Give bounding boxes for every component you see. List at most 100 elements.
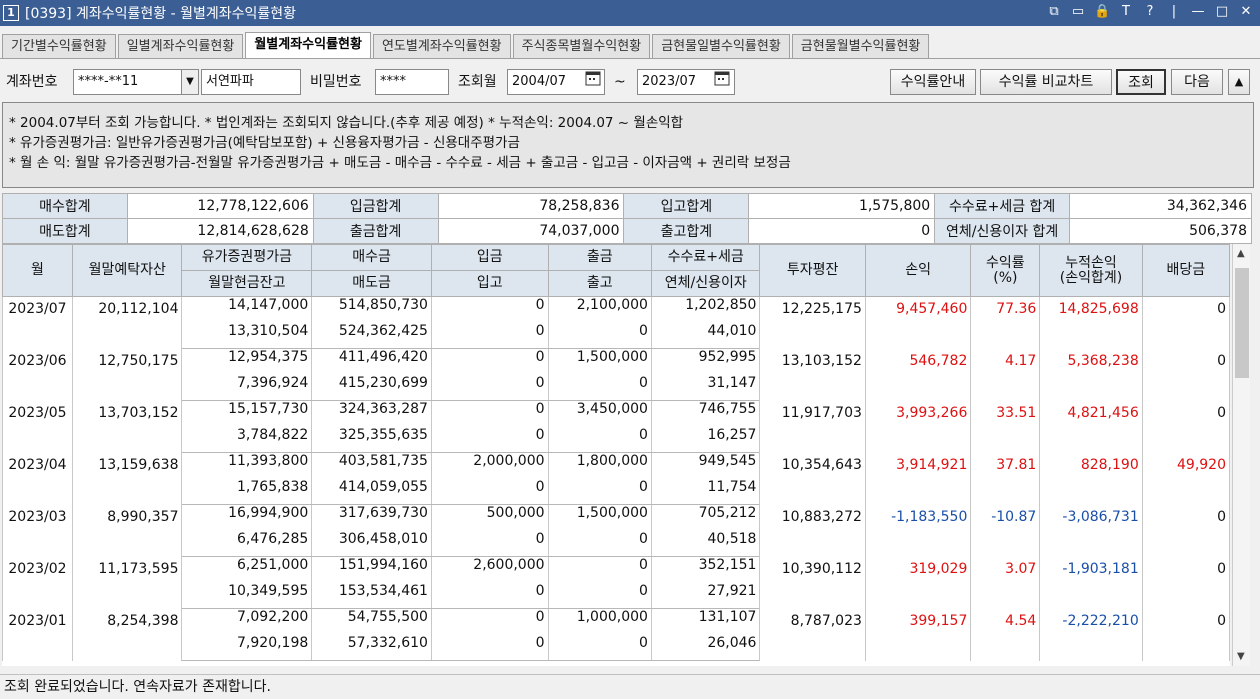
cell-fee: 131,107 (650, 608, 761, 635)
col-header-avg-investment[interactable]: 투자평잔 (759, 244, 866, 297)
window-number[interactable]: 1 (3, 5, 19, 21)
cell-return-rate: -10.87 (970, 504, 1041, 557)
password-field[interactable]: **** (375, 69, 449, 95)
tab-4[interactable]: 주식종목별월수익현황 (512, 34, 651, 58)
summary-label: 매도합계 (2, 218, 128, 244)
summary-row: 매도합계 12,814,628,628 출금합계 74,037,000 출고합계… (2, 218, 1252, 244)
table-row[interactable]: 2023/06 12,750,175 12,954,375 411,496,420 0 1… (2, 348, 1230, 401)
table-row[interactable]: 2023/07 20,112,104 14,147,000 514,850,730 0 2… (2, 296, 1230, 349)
cell-avg-investment: 11,917,703 (759, 400, 866, 453)
col-header-fee-tax[interactable]: 수수료+세금 (650, 244, 761, 271)
cell-avg-investment: 13,103,152 (759, 348, 866, 401)
cell-cash: 3,784,822 (181, 426, 313, 453)
col-header-buy[interactable]: 매수금 (311, 244, 432, 271)
notes-panel: * 2004.07부터 조회 가능합니다. * 법인계좌는 조회되지 않습니다.… (2, 102, 1254, 188)
cell-deposit-assets: 20,112,104 (71, 296, 183, 349)
col-header-sell[interactable]: 매도금 (311, 270, 432, 297)
return-rate-unit: (%) (993, 269, 1018, 286)
window-control-icon[interactable]: 🔒 (1094, 4, 1110, 19)
cell-sec: 11,393,800 (181, 452, 313, 479)
col-header-stock-out[interactable]: 출고 (547, 270, 652, 297)
cell-wd: 1,500,000 (547, 504, 652, 531)
cell-sin: 0 (430, 374, 549, 401)
calendar-icon[interactable] (582, 70, 604, 94)
tab-0[interactable]: 기간별수익률현황 (2, 34, 116, 58)
calendar-icon[interactable] (711, 70, 733, 94)
cell-sell: 57,332,610 (311, 634, 432, 661)
cell-dep: 2,000,000 (430, 452, 549, 479)
cell-buy: 54,755,500 (311, 608, 432, 635)
col-header-dividend[interactable]: 배당금 (1141, 244, 1230, 297)
cell-avg-investment: 8,787,023 (759, 608, 866, 661)
window-control-icon[interactable]: ✕ (1238, 4, 1254, 19)
search-button[interactable]: 조회 (1116, 69, 1166, 95)
cell-fee: 949,545 (650, 452, 761, 479)
col-header-cumulative[interactable]: 누적손익 (손익합계) (1039, 244, 1143, 297)
scrollbar-thumb[interactable] (1235, 268, 1249, 378)
month-label: 조회월 (458, 74, 497, 90)
return-compare-chart-button[interactable]: 수익률 비교차트 (980, 69, 1112, 95)
password-label: 비밀번호 (310, 74, 362, 90)
tab-5[interactable]: 금현물일별수익률현황 (652, 34, 790, 58)
return-guide-button[interactable]: 수익률안내 (890, 69, 976, 95)
col-header-stock-in[interactable]: 입고 (430, 270, 549, 297)
cell-deposit-assets: 8,254,398 (71, 608, 183, 661)
window-controls: ⧉ ▭ 🔒 T? | — □ ✕ (1046, 4, 1254, 19)
col-header-month[interactable]: 월 (2, 244, 73, 297)
window-control-icon[interactable]: ⧉ (1046, 4, 1062, 19)
grid-scrollbar[interactable]: ▲ ▼ (1232, 244, 1250, 666)
cell-cash: 1,765,838 (181, 478, 313, 505)
cell-buy: 317,639,730 (311, 504, 432, 531)
col-header-deposit[interactable]: 입금 (430, 244, 549, 271)
summary-value: 12,778,122,606 (126, 193, 314, 219)
window-control-icon[interactable]: ▭ (1070, 4, 1086, 19)
cell-cumulative: -2,222,210 (1039, 608, 1143, 661)
table-row[interactable]: 2023/02 11,173,595 6,251,000 151,994,160 2,6… (2, 556, 1230, 609)
account-number-field[interactable]: ****-**11 (73, 69, 183, 95)
tab-6[interactable]: 금현물월별수익률현황 (791, 34, 930, 58)
window-control-icon[interactable]: ? (1142, 4, 1158, 19)
col-header-return-rate[interactable]: 수익률 (%) (970, 244, 1041, 297)
scroll-up-icon[interactable]: ▲ (1237, 248, 1245, 259)
cell-fee: 352,151 (650, 556, 761, 583)
col-header-sec-eval[interactable]: 유가증권평가금 (181, 244, 313, 271)
cell-sin: 0 (430, 478, 549, 505)
window-control-icon[interactable]: T (1118, 4, 1134, 19)
col-header-pnl[interactable]: 손익 (864, 244, 972, 297)
account-dropdown-button[interactable]: ▼ (181, 69, 199, 95)
col-header-withdraw[interactable]: 출금 (547, 244, 652, 271)
cell-avg-investment: 10,390,112 (759, 556, 866, 609)
table-row[interactable]: 2023/01 8,254,398 7,092,200 54,755,500 0 1,00… (2, 608, 1230, 661)
cell-dividend: 0 (1141, 296, 1230, 349)
col-header-cash-balance[interactable]: 월말현금잔고 (181, 270, 313, 297)
table-row[interactable]: 2023/03 8,990,357 16,994,900 317,639,730 500… (2, 504, 1230, 557)
cell-sout: 0 (547, 634, 652, 661)
header-row: 월 월말예탁자산 유가증권평가금 매수금 입금 출금 수수료+세금 투자평잔 손… (2, 244, 1230, 297)
cell-dep: 0 (430, 296, 549, 323)
collapse-up-button[interactable]: ▲ (1228, 69, 1250, 95)
cell-sec: 14,147,000 (181, 296, 313, 323)
col-header-overdue-interest[interactable]: 연체/신용이자 (650, 270, 761, 297)
tab-2[interactable]: 월별계좌수익률현황 (245, 32, 371, 58)
window-control-icon[interactable]: | (1166, 4, 1182, 19)
tab-3[interactable]: 연도별계좌수익률현황 (372, 34, 511, 58)
monthly-return-grid[interactable]: 월 월말예탁자산 유가증권평가금 매수금 입금 출금 수수료+세금 투자평잔 손… (2, 244, 1230, 666)
window-control-icon[interactable]: □ (1214, 4, 1230, 19)
cell-sin: 0 (430, 426, 549, 453)
window-control-icon[interactable]: — (1190, 4, 1206, 19)
cell-sec: 16,994,900 (181, 504, 313, 531)
cell-cumulative: -1,903,181 (1039, 556, 1143, 609)
cell-sell: 153,534,461 (311, 582, 432, 609)
table-row[interactable]: 2023/05 13,703,152 15,157,730 324,363,287 0 3… (2, 400, 1230, 453)
chevron-down-icon: ▼ (186, 76, 194, 87)
tab-1[interactable]: 일별계좌수익률현황 (117, 34, 244, 58)
scroll-down-icon[interactable]: ▼ (1237, 651, 1245, 662)
cell-dep: 0 (430, 608, 549, 635)
cell-dep: 2,600,000 (430, 556, 549, 583)
summary-value: 12,814,628,628 (126, 218, 314, 244)
cell-cumulative: -3,086,731 (1039, 504, 1143, 557)
cumulative-sub-label: (손익합계) (1059, 269, 1123, 286)
next-button[interactable]: 다음 (1171, 69, 1223, 95)
table-row[interactable]: 2023/04 13,159,638 11,393,800 403,581,735 2,… (2, 452, 1230, 505)
col-header-deposit-assets[interactable]: 월말예탁자산 (71, 244, 183, 297)
